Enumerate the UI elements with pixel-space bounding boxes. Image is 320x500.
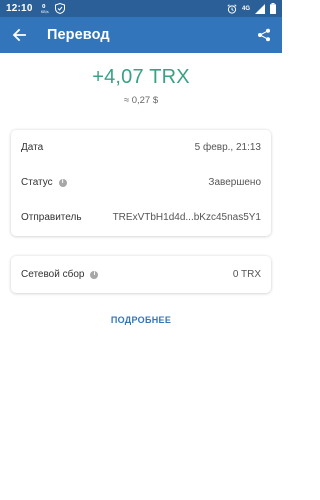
back-button[interactable] (1, 17, 37, 53)
status-right-icons: 4G (227, 3, 276, 14)
info-icon[interactable] (90, 270, 99, 279)
svg-text:KB/s: KB/s (41, 10, 49, 14)
status-row: Статус Завершено (11, 165, 271, 200)
fee-row: Сетевой сбор 0 TRX (11, 256, 271, 293)
status-label: Статус (21, 177, 53, 188)
signal-icon (255, 3, 265, 14)
status-time: 12:10 (6, 3, 33, 14)
network-type-icon: 4G (241, 5, 250, 12)
battery-icon (270, 3, 276, 14)
app-bar: Перевод (0, 17, 282, 53)
sender-row[interactable]: Отправитель TRExVTbH1d4d...bKzc45nas5Y1 (11, 200, 271, 235)
status-left-icons: 0 KB/s (41, 3, 65, 14)
info-icon[interactable] (58, 178, 67, 187)
date-value: 5 февр., 21:13 (194, 142, 261, 153)
status-bar: 12:10 0 KB/s 4G (0, 0, 282, 17)
data-speed-icon: 0 KB/s (41, 3, 49, 14)
transfer-amount: +4,07 TRX (92, 66, 190, 88)
status-value: Завершено (208, 177, 261, 188)
shield-icon (54, 3, 65, 14)
fiat-equivalent: ≈ 0,27 $ (123, 95, 159, 106)
share-button[interactable] (246, 17, 282, 53)
fee-card: Сетевой сбор 0 TRX (11, 256, 271, 293)
date-label: Дата (21, 142, 44, 153)
share-icon (257, 28, 271, 42)
alarm-icon (227, 3, 237, 14)
more-details-button[interactable]: ПОДРОБНЕЕ (0, 315, 282, 325)
fee-label: Сетевой сбор (21, 269, 85, 280)
page-title: Перевод (47, 27, 110, 43)
sender-address[interactable]: TRExVTbH1d4d...bKzc45nas5Y1 (113, 212, 261, 223)
fee-value: 0 TRX (232, 269, 261, 280)
date-row: Дата 5 февр., 21:13 (11, 130, 271, 165)
sender-label: Отправитель (21, 212, 82, 223)
details-card: Дата 5 февр., 21:13 Статус Завершено Отп… (11, 130, 271, 236)
arrow-left-icon (12, 28, 26, 42)
